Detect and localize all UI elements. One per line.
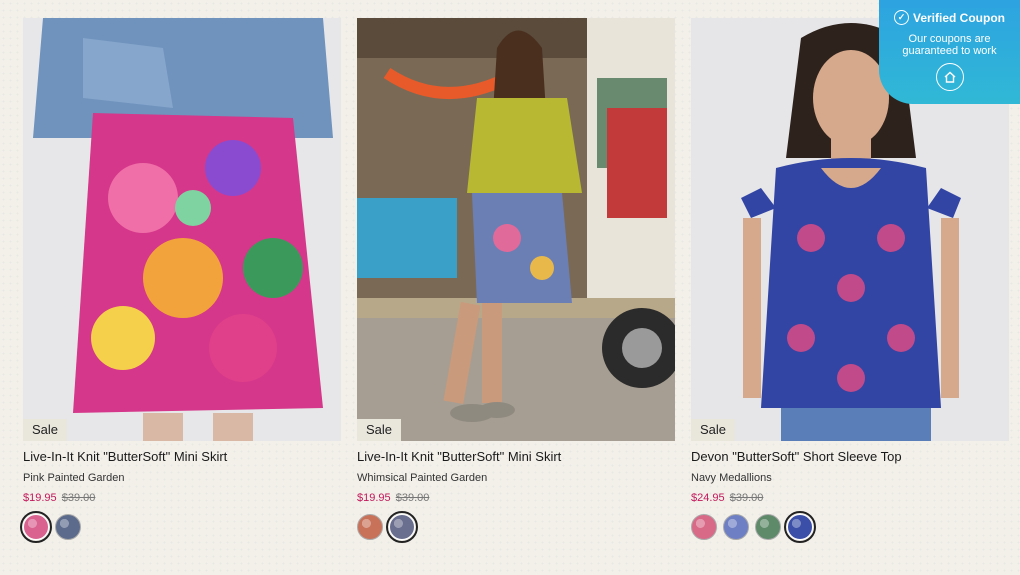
product-price: $19.95 $39.00 xyxy=(357,492,675,504)
product-price: $19.95 $39.00 xyxy=(23,492,341,504)
color-swatches xyxy=(20,511,341,543)
product-title[interactable]: Live-In-It Knit "ButterSoft" Mini Skirt xyxy=(357,449,675,464)
color-swatch[interactable] xyxy=(20,511,52,543)
color-swatches xyxy=(691,511,1009,543)
color-swatch[interactable] xyxy=(784,511,816,543)
color-swatch[interactable] xyxy=(691,514,717,540)
product-title[interactable]: Live-In-It Knit "ButterSoft" Mini Skirt xyxy=(23,449,341,464)
coupon-title: Verified Coupon xyxy=(912,10,1005,25)
coupon-header: ✓ Verified Coupon xyxy=(879,10,1020,25)
coupon-subtitle: Our coupons are guaranteed to work xyxy=(879,33,1020,57)
product-variant: Pink Painted Garden xyxy=(23,472,125,484)
product-card[interactable]: Sale Live-In-It Knit "ButterSoft" Mini S… xyxy=(20,18,341,543)
sale-badge: Sale xyxy=(357,419,402,441)
color-swatch[interactable] xyxy=(386,511,418,543)
sale-price: $19.95 xyxy=(357,492,391,504)
original-price: $39.00 xyxy=(395,492,430,504)
product-variant: Navy Medallions xyxy=(691,472,772,484)
coupon-line-1: Our coupons are xyxy=(908,33,991,45)
verified-coupon-widget[interactable]: ✓ Verified Coupon Our coupons are guaran… xyxy=(879,0,1020,104)
sale-price: $24.95 xyxy=(691,492,725,504)
product-title[interactable]: Devon "ButterSoft" Short Sleeve Top xyxy=(691,449,1009,464)
color-swatches xyxy=(357,511,675,543)
product-price: $24.95 $39.00 xyxy=(691,492,1009,504)
product-variant: Whimsical Painted Garden xyxy=(357,472,488,484)
product-image[interactable]: Sale xyxy=(23,18,341,441)
product-grid: Sale Live-In-It Knit "ButterSoft" Mini S… xyxy=(20,18,1009,543)
original-price: $39.00 xyxy=(729,492,764,504)
color-swatch[interactable] xyxy=(755,514,781,540)
coupon-line-2: guaranteed to work xyxy=(902,45,997,57)
color-swatch[interactable] xyxy=(723,514,749,540)
sale-badge: Sale xyxy=(23,419,68,441)
sale-badge: Sale xyxy=(691,419,736,441)
color-swatch[interactable] xyxy=(55,514,81,540)
original-price: $39.00 xyxy=(61,492,96,504)
sale-price: $19.95 xyxy=(23,492,57,504)
product-image[interactable]: Sale xyxy=(357,18,675,441)
check-circle-icon: ✓ xyxy=(893,10,909,25)
color-swatch[interactable] xyxy=(357,514,383,540)
product-card[interactable]: Sale Live-In-It Knit "ButterSoft" Mini S… xyxy=(357,18,675,543)
house-icon[interactable] xyxy=(935,63,964,91)
